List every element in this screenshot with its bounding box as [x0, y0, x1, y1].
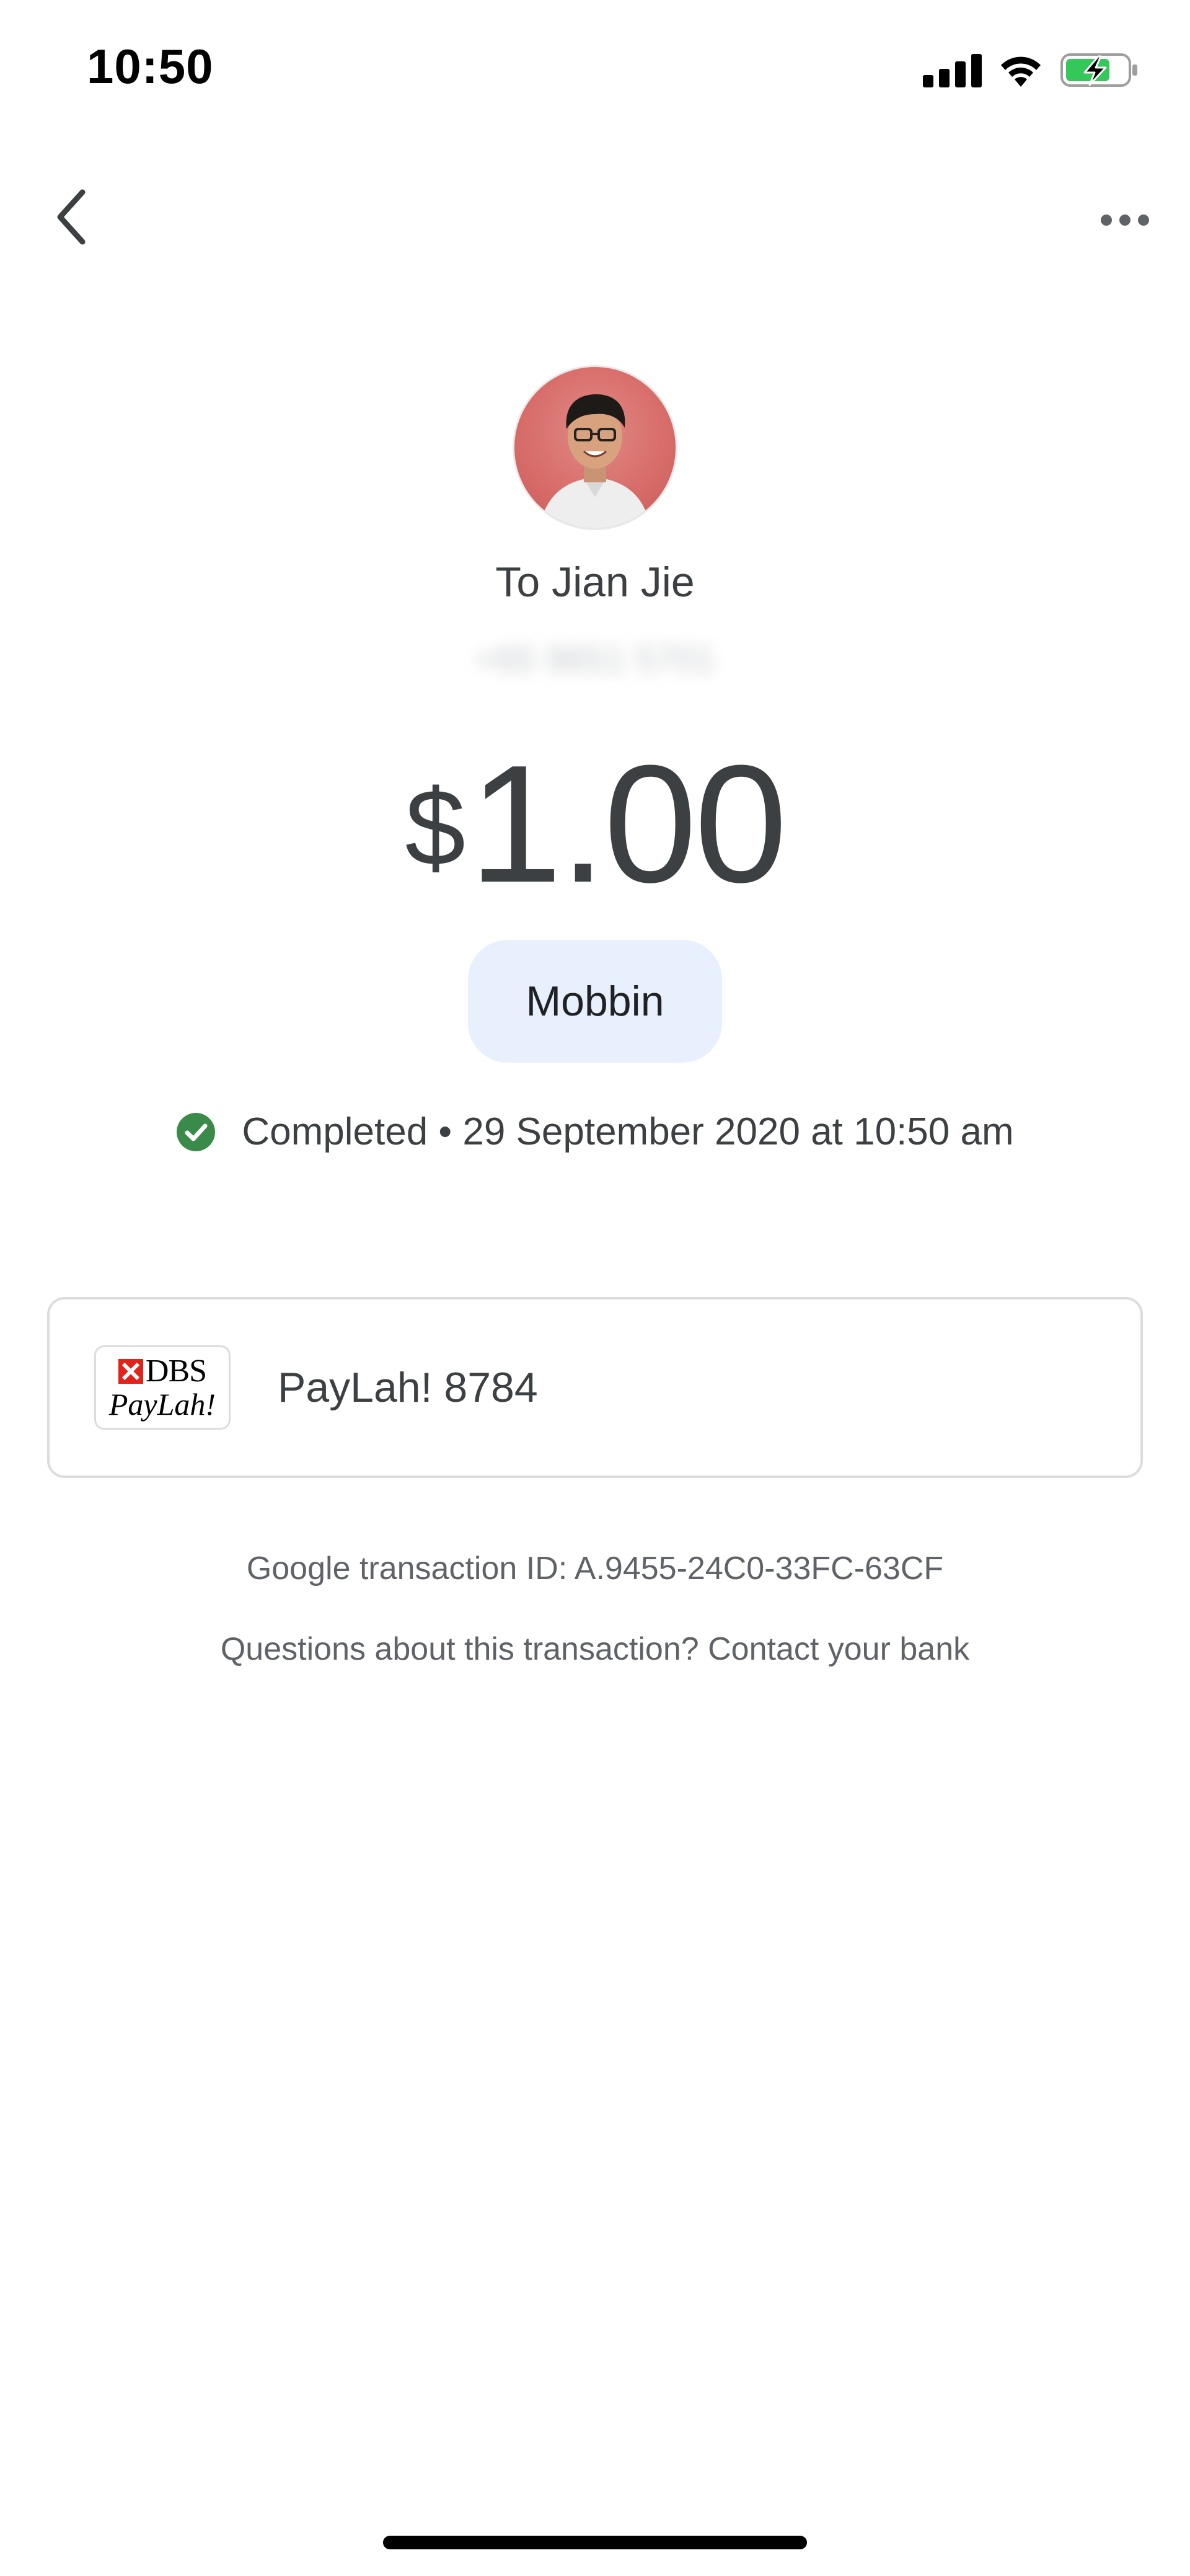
more-options-button[interactable] [1085, 186, 1165, 254]
contact-bank-text: Questions about this transaction? Contac… [220, 1631, 970, 1667]
back-button[interactable] [37, 180, 105, 254]
amount-currency: $ [405, 768, 465, 888]
amount-value: 1.00 [469, 731, 787, 918]
transaction-id: Google transaction ID: A.9455-24C0-33FC-… [246, 1551, 944, 1587]
avatar-photo [539, 394, 651, 528]
more-horizontal-icon [1101, 215, 1149, 226]
home-indicator[interactable] [383, 2536, 807, 2549]
status-time: 10:50 [87, 39, 214, 94]
avatar [514, 367, 676, 528]
status-bar: 10:50 [0, 0, 1190, 143]
chevron-left-icon [57, 189, 86, 245]
payment-method-card[interactable]: DBS PayLah! PayLah! 8784 [47, 1297, 1143, 1478]
status-icons [923, 48, 1140, 92]
bank-logo: DBS PayLah! [94, 1345, 231, 1430]
wifi-icon [1001, 56, 1041, 87]
bank-logo-top-text: DBS [145, 1353, 207, 1389]
bank-logo-bottom-text: PayLah! [108, 1387, 216, 1422]
recipient-phone: +65 9651 5701 [474, 639, 716, 679]
amount: $1.00 [0, 728, 1190, 921]
payment-method-label: PayLah! 8784 [278, 1364, 538, 1411]
note-chip: Mobbin [468, 940, 722, 1063]
status-text: Completed • 29 September 2020 at 10:50 a… [242, 1110, 1014, 1153]
dbs-star-icon [118, 1359, 143, 1384]
recipient-name: To Jian Jie [495, 559, 695, 606]
signal-icon [923, 53, 982, 87]
battery-charging-icon [1060, 53, 1137, 87]
transaction-status: Completed • 29 September 2020 at 10:50 a… [0, 1110, 1190, 1154]
check-circle-icon [176, 1112, 216, 1152]
